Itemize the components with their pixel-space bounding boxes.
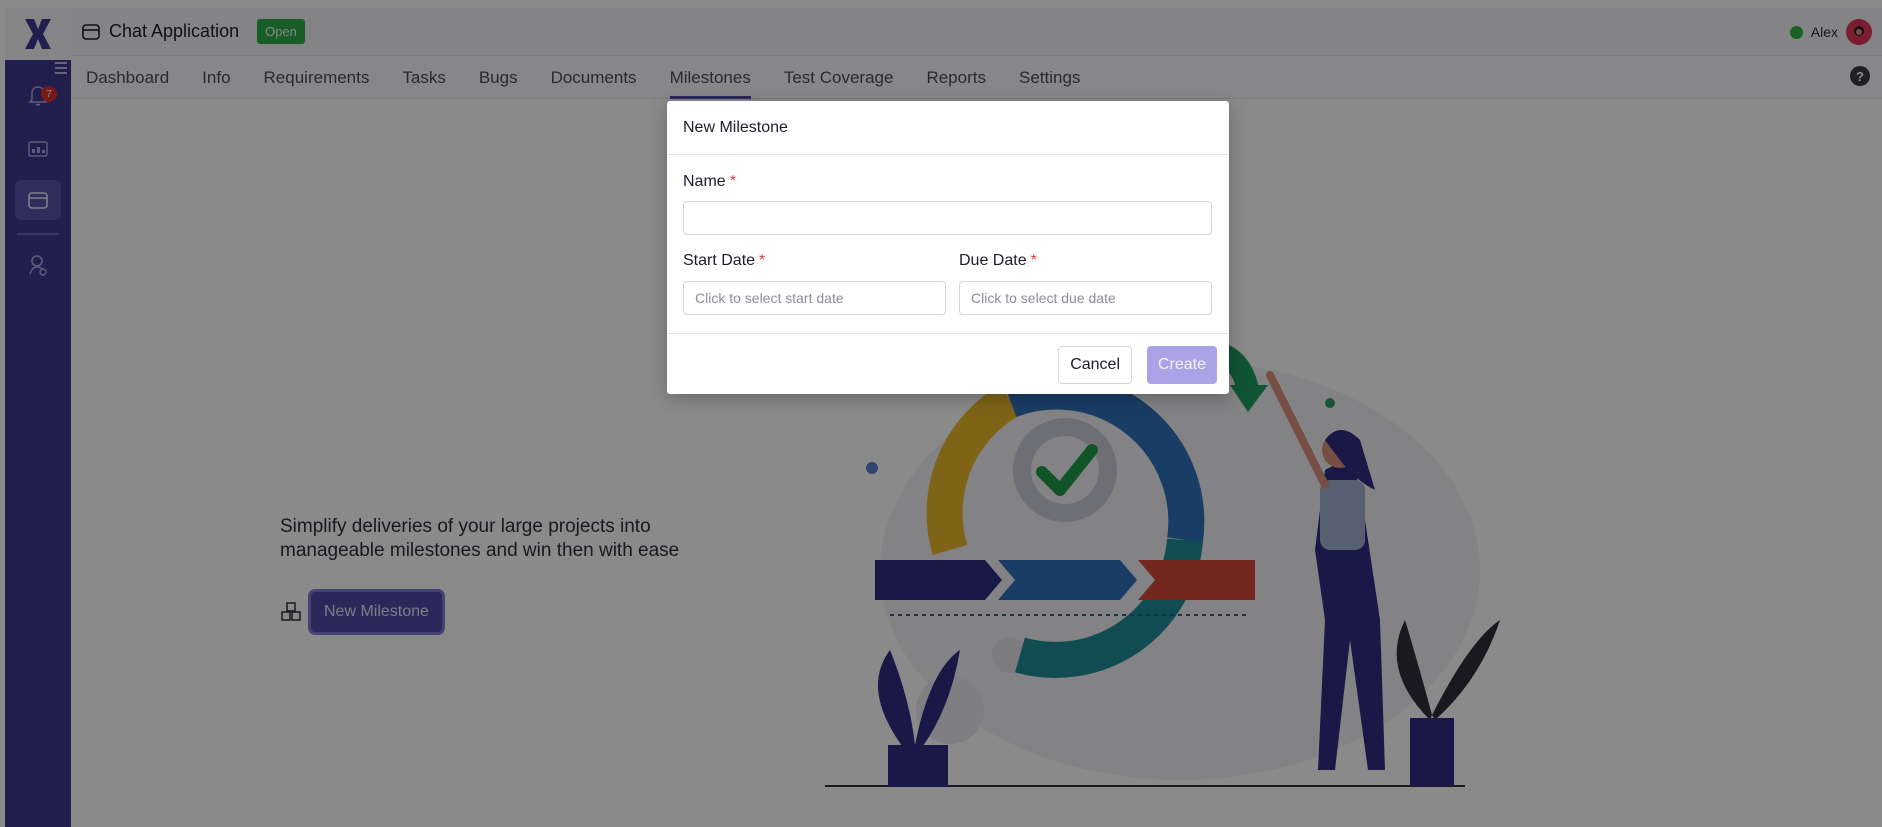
name-input[interactable] [683,201,1212,235]
modal-header: New Milestone [667,101,1229,155]
required-marker: * [1030,252,1037,269]
name-label: Name * [683,173,736,191]
required-marker: * [759,252,766,269]
start-date-label: Start Date * [683,252,765,270]
modal-title: New Milestone [683,118,788,136]
create-button[interactable]: Create [1146,346,1217,384]
modal-footer: Cancel Create [667,333,1229,394]
required-marker: * [729,173,736,190]
due-date-label-text: Due Date [959,252,1027,269]
start-date-input[interactable] [683,281,946,315]
cancel-button[interactable]: Cancel [1058,346,1132,384]
due-date-label: Due Date * [959,252,1037,270]
new-milestone-modal: New Milestone Name* Start Date* Due Date… [667,101,1229,394]
name-label-text: Name [683,173,726,190]
start-date-label-text: Start Date [683,252,756,269]
app-root: 7 Chat Application Open Alex Dashboard I… [0,0,1882,827]
due-date-input[interactable] [959,281,1212,315]
